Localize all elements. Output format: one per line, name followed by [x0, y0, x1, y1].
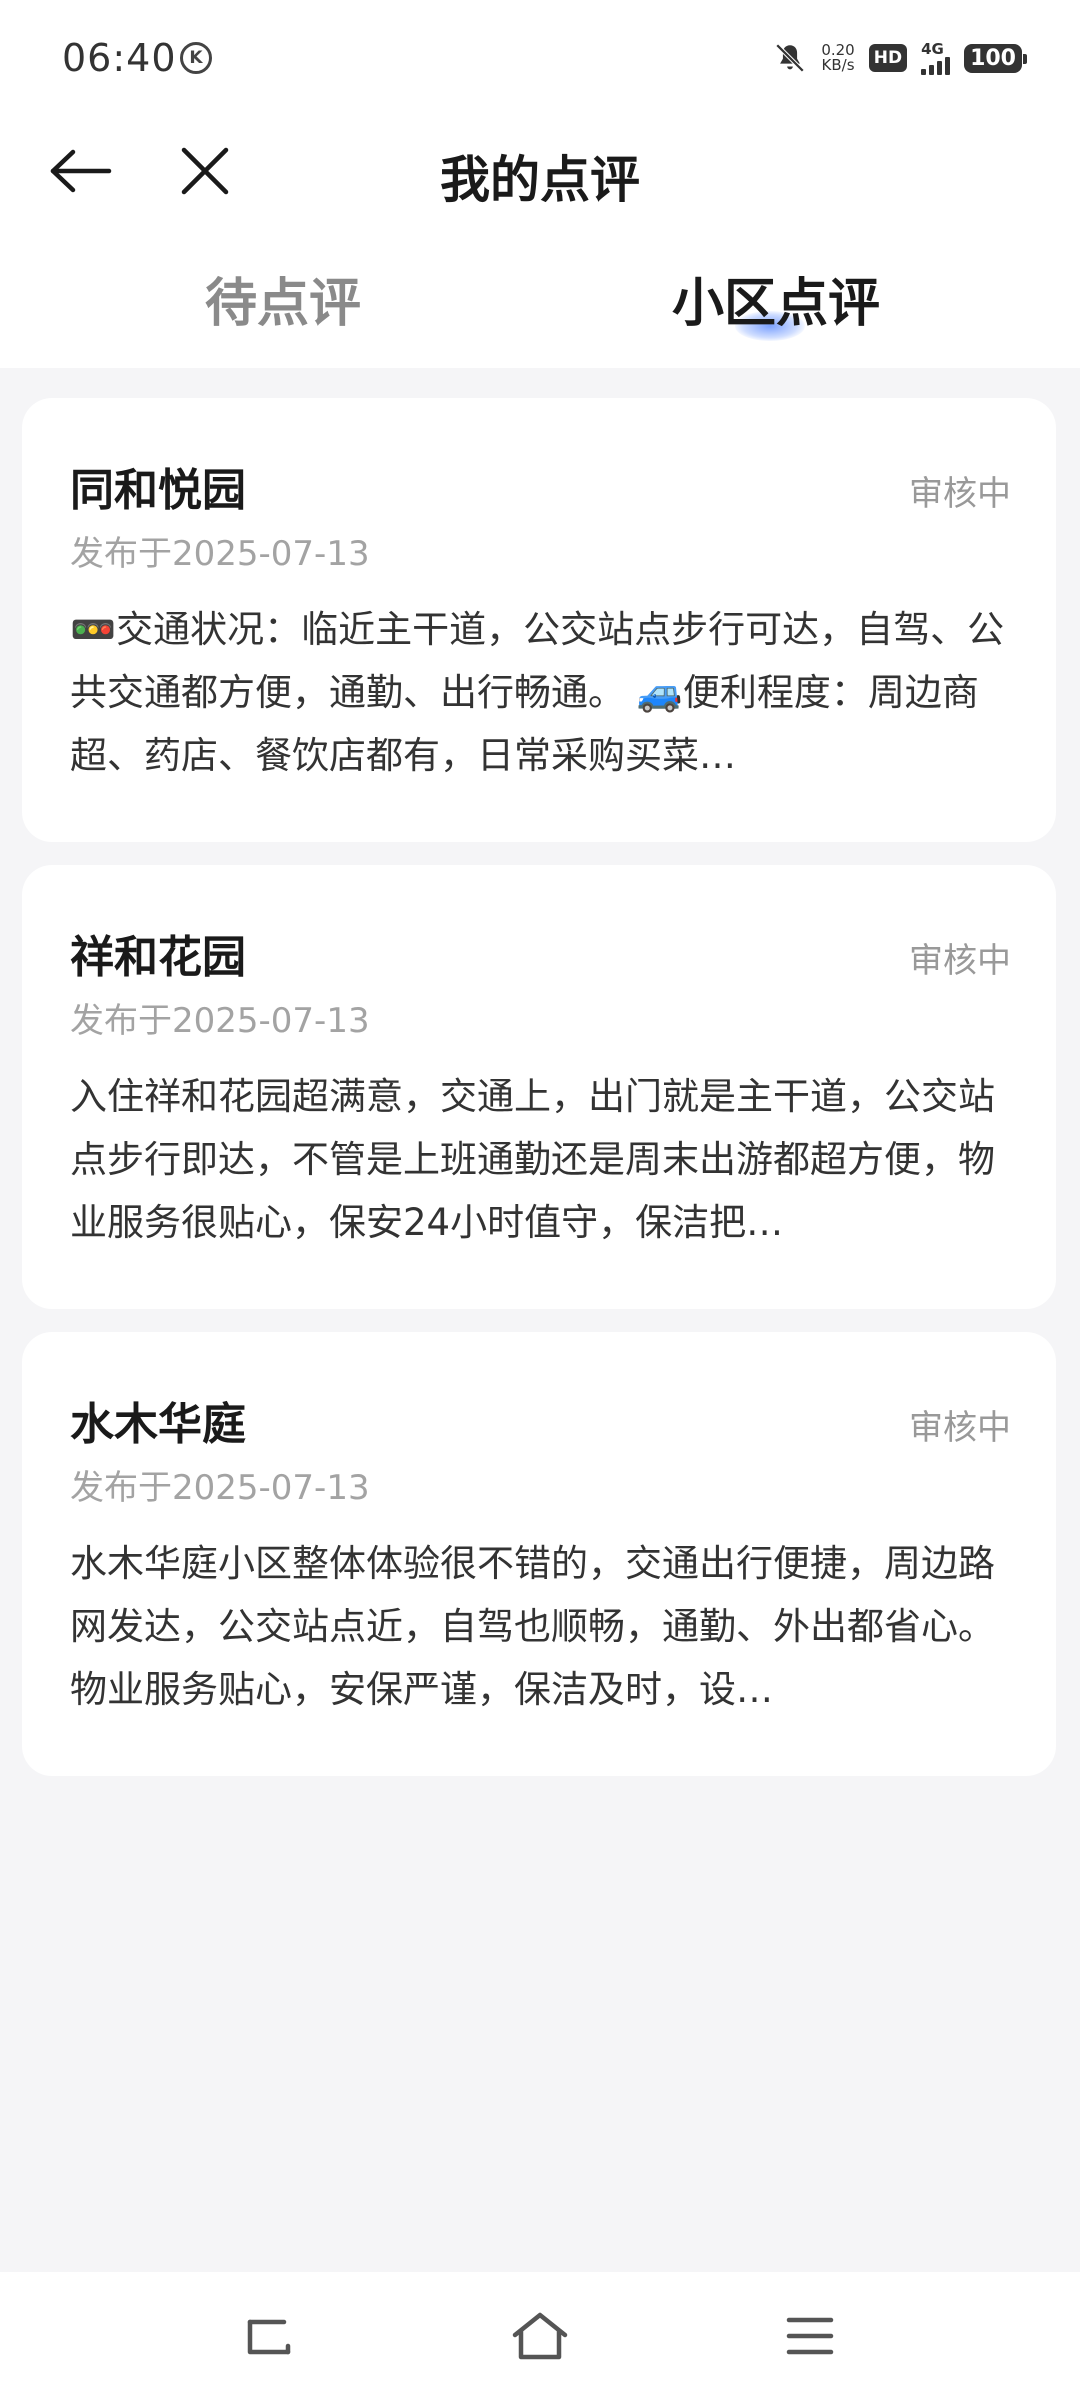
nav-back-icon — [247, 2319, 291, 2355]
signal-icon: 4G — [921, 39, 951, 75]
status-bar: 06:40 K 0.20 KB/s HD 4G 100 — [0, 0, 1080, 118]
publish-date: 发布于2025-07-13 — [70, 534, 370, 574]
review-card[interactable]: 同和悦园 审核中 发布于2025-07-13 🚥交通状况：临近主干道，公交站点步… — [22, 398, 1056, 842]
nav-home-button[interactable] — [505, 2306, 575, 2366]
menu-icon — [786, 2317, 834, 2355]
speed-unit: KB/s — [821, 56, 855, 74]
review-status: 审核中 — [909, 941, 1011, 981]
community-name: 水木华庭 — [70, 1399, 246, 1450]
battery-icon: 100 — [964, 43, 1027, 73]
status-indicators: 0.20 KB/s HD 4G 100 — [773, 38, 1027, 78]
publish-date: 发布于2025-07-13 — [70, 1468, 370, 1508]
tab-bar: 待点评 小区点评 — [0, 223, 1080, 368]
hd-icon: HD — [868, 44, 908, 72]
page-title: 我的点评 — [440, 151, 640, 209]
review-status: 审核中 — [909, 1408, 1011, 1448]
review-status: 审核中 — [909, 474, 1011, 514]
publish-date: 发布于2025-07-13 — [70, 1001, 370, 1041]
tab-community-review[interactable]: 小区点评 — [672, 261, 880, 336]
review-card[interactable]: 祥和花园 审核中 发布于2025-07-13 入住祥和花园超满意，交通上，出门就… — [22, 865, 1056, 1309]
review-content: 水木华庭小区整体体验很不错的，交通出行便捷，周边路网发达，公交站点近，自驾也顺畅… — [70, 1542, 995, 1711]
review-card[interactable]: 水木华庭 审核中 发布于2025-07-13 水木华庭小区整体体验很不错的，交通… — [22, 1332, 1056, 1776]
notification-muted-icon — [776, 43, 805, 73]
nav-menu-button[interactable] — [775, 2306, 845, 2366]
review-content: 入住祥和花园超满意，交通上，出门就是主干道，公交站点步行即达，不管是上班通勤还是… — [70, 1075, 995, 1244]
nav-back-button[interactable] — [234, 2306, 304, 2366]
system-nav-bar — [0, 2272, 1080, 2400]
header: 我的点评 — [0, 118, 1080, 223]
home-icon — [512, 2312, 568, 2360]
network-speed: 0.20 KB/s — [821, 43, 854, 73]
network-type: 4G — [921, 39, 944, 58]
k-badge-icon: K — [180, 42, 212, 74]
community-name: 同和悦园 — [70, 465, 246, 516]
status-time: 06:40 — [62, 36, 177, 80]
tab-pending-review[interactable]: 待点评 — [205, 261, 361, 336]
review-content: 🚥交通状况：临近主干道，公交站点步行可达，自驾、公共交通都方便，通勤、出行畅通。… — [70, 608, 1005, 777]
signal-bars-icon — [921, 56, 951, 75]
community-name: 祥和花园 — [70, 932, 246, 983]
